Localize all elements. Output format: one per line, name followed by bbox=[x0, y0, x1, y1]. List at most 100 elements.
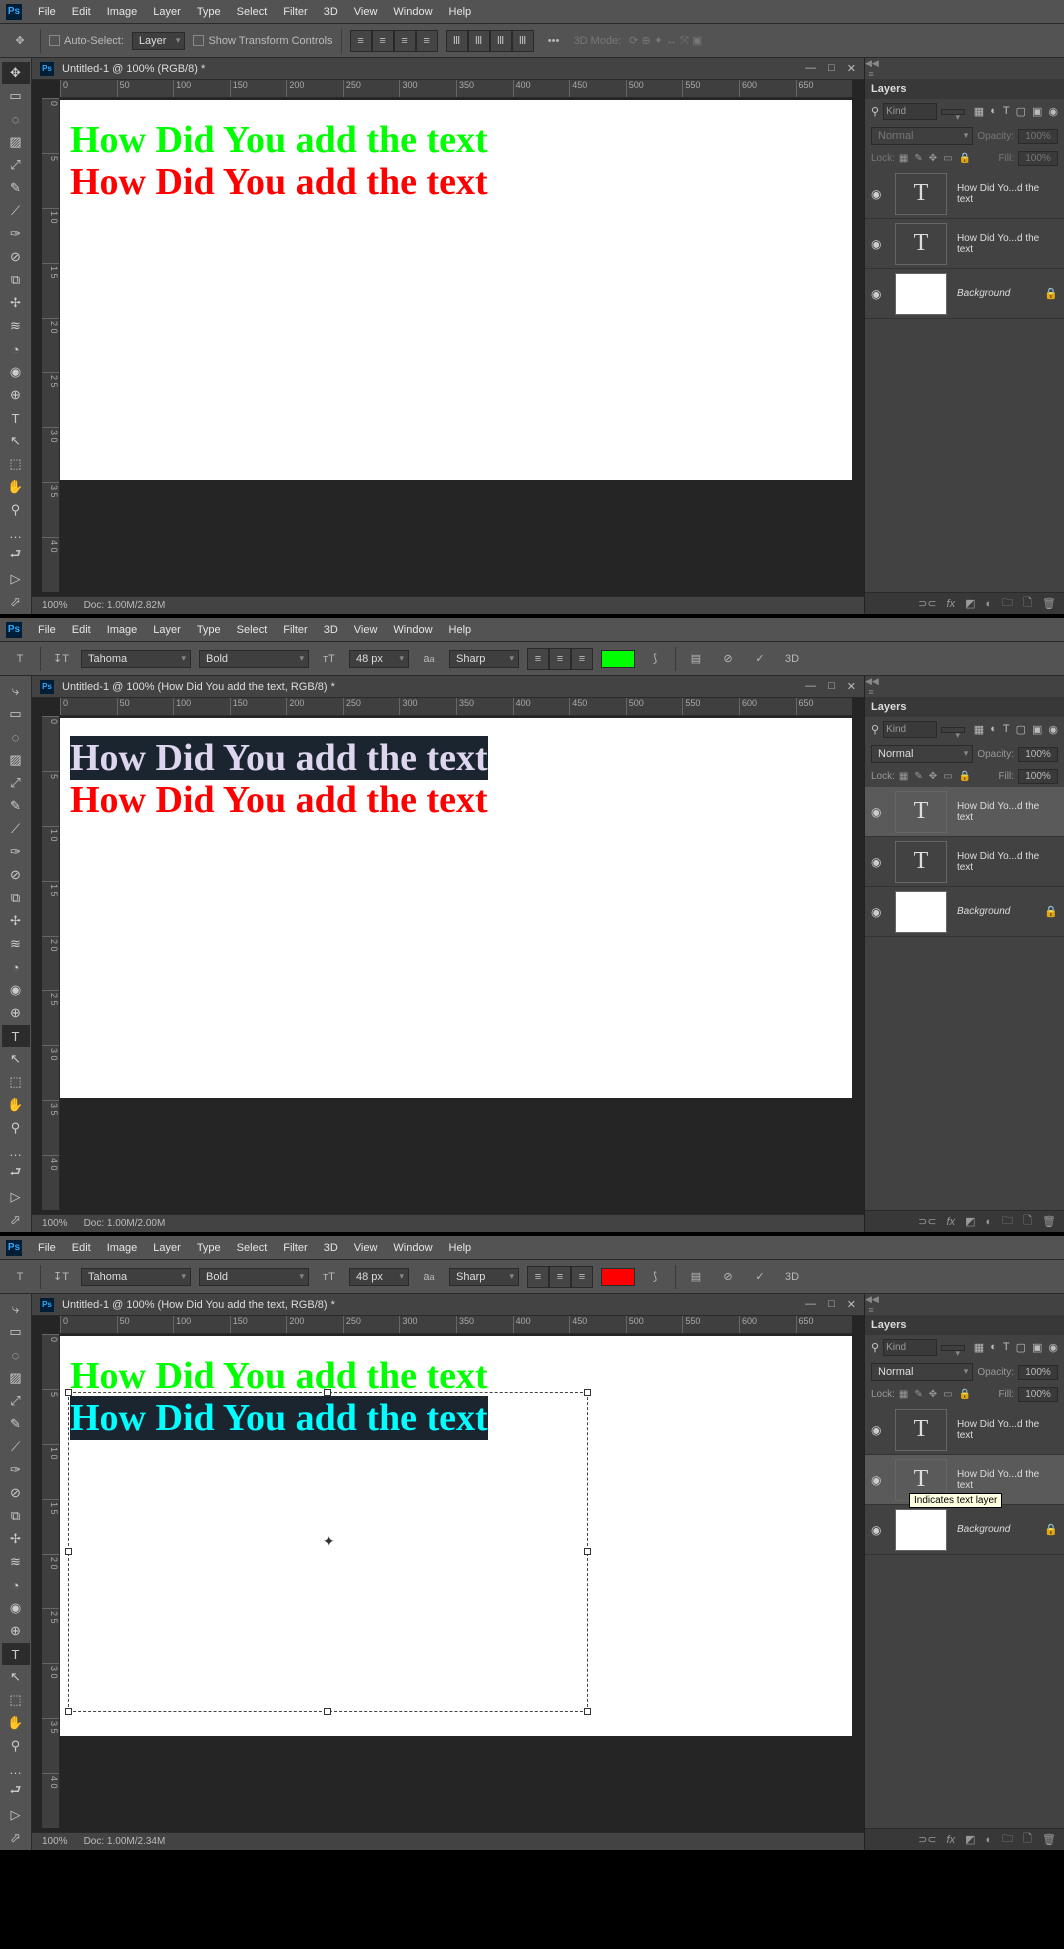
status-doc[interactable]: Doc: 1.00M/2.00M bbox=[84, 1218, 166, 1229]
link-icon[interactable]: ⊃⊂ bbox=[918, 597, 936, 610]
tool-brush[interactable]: ✑ bbox=[2, 1459, 30, 1481]
menu-layer[interactable]: Layer bbox=[145, 620, 189, 640]
more-icon[interactable]: ••• bbox=[542, 29, 566, 53]
tool-move[interactable]: ⤷ bbox=[2, 680, 30, 702]
char-panel-icon[interactable]: ▤ bbox=[684, 647, 708, 671]
tool-gradient[interactable]: ≋ bbox=[2, 933, 30, 955]
tool-eyedropper[interactable]: ✎ bbox=[2, 795, 30, 817]
fill-field[interactable]: 100% bbox=[1018, 151, 1058, 166]
tool-type[interactable]: T bbox=[2, 1025, 30, 1047]
opacity-field[interactable]: 100% bbox=[1018, 129, 1058, 144]
filter-icons[interactable]: ▦◐T▢▣◉ bbox=[974, 1341, 1058, 1354]
link-icon[interactable]: ⊃⊂ bbox=[918, 1833, 936, 1846]
menu-type[interactable]: Type bbox=[189, 620, 229, 640]
layer-filter-input[interactable] bbox=[883, 721, 937, 738]
tool-more[interactable]: … bbox=[2, 1140, 30, 1162]
menu-image[interactable]: Image bbox=[99, 620, 146, 640]
layer-name[interactable]: Background bbox=[957, 288, 1010, 299]
tool-lasso[interactable]: ◌ bbox=[2, 1344, 30, 1366]
tool-dodge[interactable]: ◉ bbox=[2, 1597, 30, 1619]
commit-icon[interactable]: ✓ bbox=[748, 1265, 772, 1289]
opacity-field[interactable]: 100% bbox=[1018, 1365, 1058, 1380]
panel-collapse-icon[interactable]: ◀◀ ≡ bbox=[865, 1294, 877, 1315]
menu-select[interactable]: Select bbox=[229, 1238, 276, 1258]
menu-type[interactable]: Type bbox=[189, 1238, 229, 1258]
layer-filter-input[interactable] bbox=[883, 103, 937, 120]
adjust-icon[interactable]: ◐ bbox=[986, 1834, 993, 1846]
tool-edit[interactable]: ⮐ bbox=[2, 545, 30, 567]
canvas[interactable]: How Did You add the text How Did You add… bbox=[60, 100, 852, 480]
menu-filter[interactable]: Filter bbox=[275, 620, 315, 640]
handle-tl[interactable] bbox=[65, 1389, 72, 1396]
auto-select-target[interactable]: Layer bbox=[132, 32, 186, 50]
menu-filter[interactable]: Filter bbox=[275, 2, 315, 22]
fill-field[interactable]: 100% bbox=[1018, 1387, 1058, 1402]
menu-help[interactable]: Help bbox=[441, 2, 480, 22]
menu-file[interactable]: File bbox=[30, 1238, 64, 1258]
layer-name[interactable]: How Did Yo...d the text bbox=[957, 801, 1058, 823]
tool-lasso[interactable]: ◌ bbox=[2, 108, 30, 130]
tool-stamp[interactable]: ⊘ bbox=[2, 1482, 30, 1504]
tool-heal[interactable]: ⟋ bbox=[2, 1436, 30, 1458]
handle-bc[interactable] bbox=[324, 1708, 331, 1715]
handle-tc[interactable] bbox=[324, 1389, 331, 1396]
tool-move[interactable]: ⤷ bbox=[2, 1298, 30, 1320]
menu-file[interactable]: File bbox=[30, 620, 64, 640]
tool-blur[interactable]: ◔ bbox=[2, 956, 30, 978]
link-icon[interactable]: ⊃⊂ bbox=[918, 1215, 936, 1228]
menu-view[interactable]: View bbox=[346, 620, 386, 640]
layer-name[interactable]: How Did Yo...d the text bbox=[957, 183, 1058, 205]
tool-eyedropper[interactable]: ✎ bbox=[2, 1413, 30, 1435]
filter-dd[interactable] bbox=[941, 727, 965, 733]
font-family-dd[interactable]: Tahoma bbox=[81, 1268, 191, 1286]
menu-help[interactable]: Help bbox=[441, 620, 480, 640]
layer-row[interactable]: ◉ T How Did Yo...d the text bbox=[865, 219, 1064, 269]
menu-help[interactable]: Help bbox=[441, 1238, 480, 1258]
filter-dd[interactable] bbox=[941, 1345, 965, 1351]
mask-icon[interactable]: ◩ bbox=[965, 1833, 975, 1846]
tool-zoom[interactable]: ⚲ bbox=[2, 499, 30, 521]
tool-lasso[interactable]: ◌ bbox=[2, 726, 30, 748]
filter-dd[interactable] bbox=[941, 109, 965, 115]
tool-path[interactable]: ↖ bbox=[2, 1048, 30, 1070]
visibility-icon[interactable]: ◉ bbox=[871, 805, 885, 819]
tool-blur[interactable]: ◔ bbox=[2, 1574, 30, 1596]
layer-row[interactable]: ◉ T How Did Yo...d the text bbox=[865, 169, 1064, 219]
orientation-icon[interactable]: ↧T bbox=[49, 647, 73, 671]
tool-zoom[interactable]: ⚲ bbox=[2, 1117, 30, 1139]
tool-pen[interactable]: ⊕ bbox=[2, 384, 30, 406]
menu-layer[interactable]: Layer bbox=[145, 1238, 189, 1258]
adjust-icon[interactable]: ◐ bbox=[986, 1216, 993, 1228]
new-layer-icon[interactable]: 🗋 bbox=[1023, 594, 1032, 613]
adjust-icon[interactable]: ◐ bbox=[986, 598, 993, 610]
layer-name[interactable]: How Did Yo...d the text bbox=[957, 1419, 1058, 1441]
tool-selection[interactable]: ⬀ bbox=[2, 591, 30, 613]
trash-icon[interactable]: 🗑 bbox=[1042, 1833, 1056, 1846]
canvas[interactable]: How Did You add the text How Did You add… bbox=[60, 718, 852, 1098]
handle-mr[interactable] bbox=[584, 1548, 591, 1555]
3d-icon[interactable]: 3D bbox=[780, 1265, 804, 1289]
distribute-controls[interactable]: ⅢⅢⅢⅢ bbox=[446, 30, 534, 52]
layer-name[interactable]: Background bbox=[957, 906, 1010, 917]
font-family-dd[interactable]: Tahoma bbox=[81, 650, 191, 668]
folder-icon[interactable]: 🗀 bbox=[1002, 594, 1013, 613]
aa-dd[interactable]: Sharp bbox=[449, 650, 519, 668]
tool-eraser[interactable]: ✢ bbox=[2, 1528, 30, 1550]
tool-fg[interactable]: ▷ bbox=[2, 1186, 30, 1208]
menu-view[interactable]: View bbox=[346, 2, 386, 22]
color-swatch[interactable] bbox=[601, 1268, 635, 1286]
tool-path[interactable]: ↖ bbox=[2, 1666, 30, 1688]
text-align[interactable]: ≡≡≡ bbox=[527, 1266, 593, 1288]
font-size-dd[interactable]: 48 px bbox=[349, 1268, 409, 1286]
doc-tab[interactable]: Ps Untitled-1 @ 100% (How Did You add th… bbox=[32, 676, 864, 698]
visibility-icon[interactable]: ◉ bbox=[871, 187, 885, 201]
tool-history[interactable]: ⧉ bbox=[2, 269, 30, 291]
panel-title[interactable]: Layers bbox=[865, 79, 1064, 99]
tool-selection[interactable]: ⬀ bbox=[2, 1827, 30, 1849]
tool-edit[interactable]: ⮐ bbox=[2, 1163, 30, 1185]
blend-mode-dd[interactable]: Normal bbox=[871, 1363, 973, 1381]
tool-type[interactable]: T bbox=[2, 407, 30, 429]
show-transform-cb[interactable]: Show Transform Controls bbox=[193, 35, 332, 47]
tool-eraser[interactable]: ✢ bbox=[2, 910, 30, 932]
visibility-icon[interactable]: ◉ bbox=[871, 905, 885, 919]
